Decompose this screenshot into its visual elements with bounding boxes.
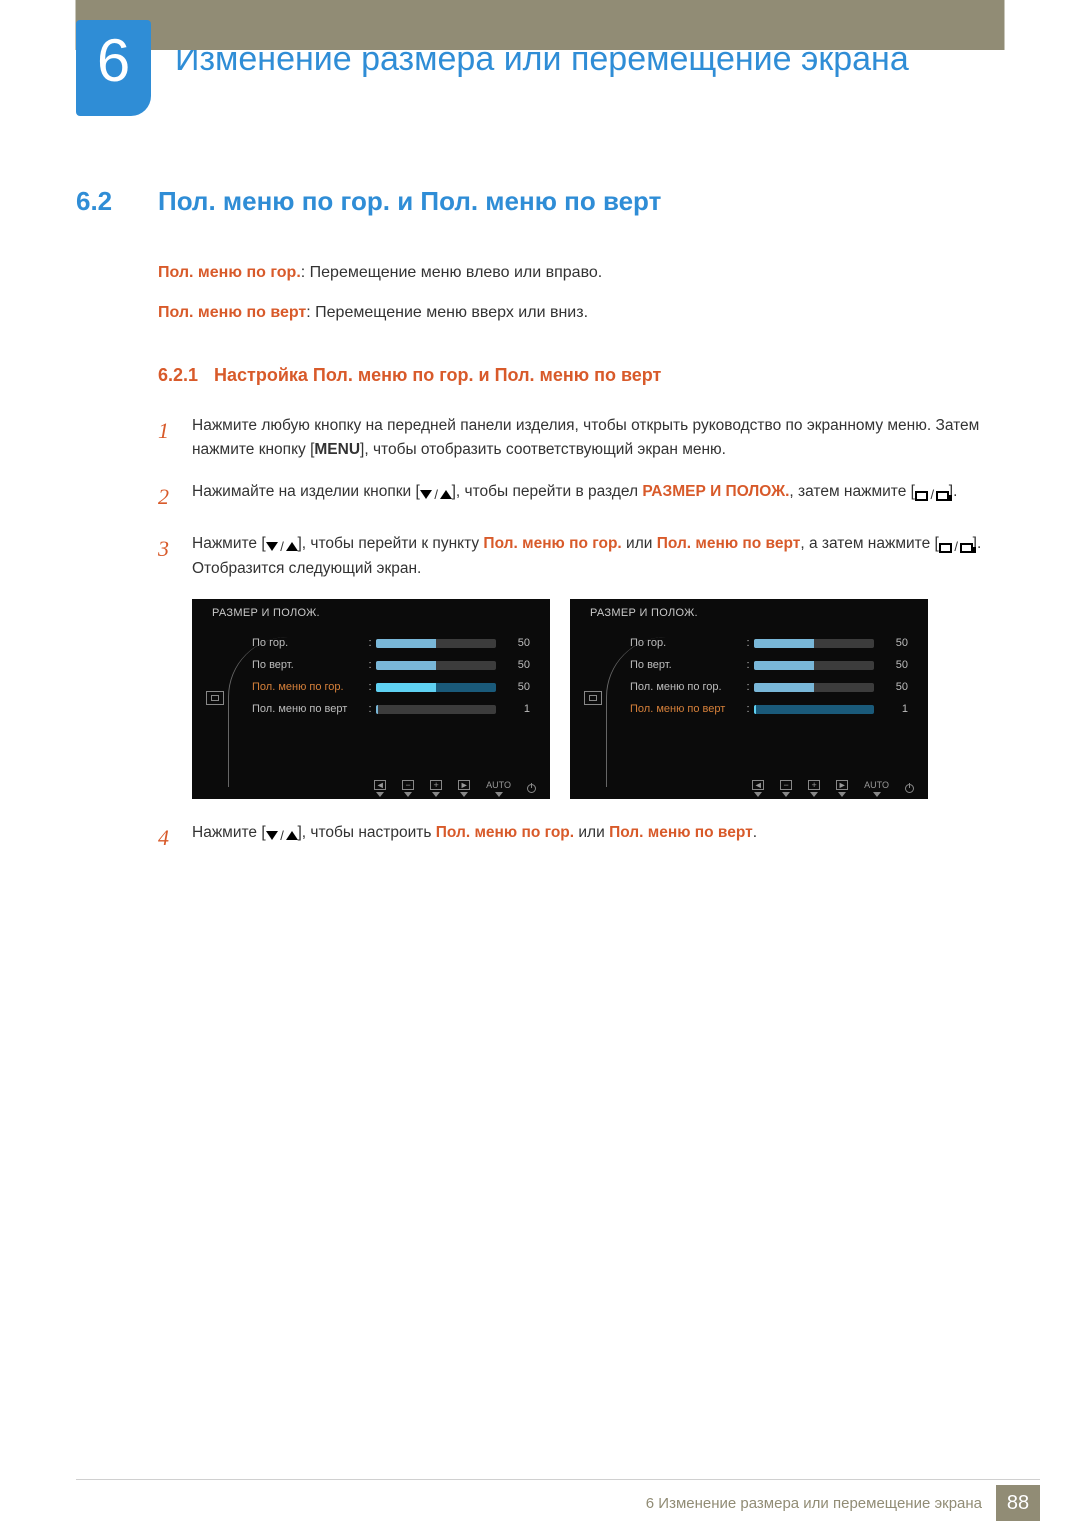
step-1: 1 Нажмите любую кнопку на передней панел… xyxy=(158,414,1004,462)
osd-row: Пол. меню по верт:1 xyxy=(630,699,914,719)
description-1: Пол. меню по гор.: Перемещение меню влев… xyxy=(158,261,1004,285)
osd-footer: ◄ − + ► AUTO xyxy=(192,777,550,799)
osd-colon: : xyxy=(364,659,376,671)
minus-icon: − xyxy=(780,780,792,790)
osd-panel-left: РАЗМЕР И ПОЛОЖ. По гор.:50По верт.:50Пол… xyxy=(192,599,550,799)
osd-colon: : xyxy=(364,637,376,649)
plus-icon: + xyxy=(808,780,820,790)
auto-label: AUTO xyxy=(486,780,511,790)
osd-panel-right: РАЗМЕР И ПОЛОЖ. По гор.:50По верт.:50Пол… xyxy=(570,599,928,799)
osd-screenshots: РАЗМЕР И ПОЛОЖ. По гор.:50По верт.:50Пол… xyxy=(192,599,1004,799)
osd-category-icon xyxy=(584,691,602,705)
osd-row: Пол. меню по гор.:50 xyxy=(630,677,914,697)
minus-icon: − xyxy=(402,780,414,790)
nav-right-icon: ► xyxy=(836,780,848,790)
section-number: 6.2 xyxy=(76,186,158,217)
osd-row-value: 1 xyxy=(496,703,534,715)
osd-row-value: 50 xyxy=(874,659,912,671)
step-number: 4 xyxy=(158,821,192,855)
subsection-heading: 6.2.1 Настройка Пол. меню по гор. и Пол.… xyxy=(158,365,1004,386)
nav-left-icon: ◄ xyxy=(752,780,764,790)
page-footer: 6 Изменение размера или перемещение экра… xyxy=(0,1479,1080,1527)
subsection-number: 6.2.1 xyxy=(158,365,214,386)
down-up-icon: / xyxy=(266,826,298,846)
osd-arc-icon xyxy=(228,637,288,787)
enter-icon: / xyxy=(915,485,949,505)
step-number: 2 xyxy=(158,480,192,514)
osd-row: По гор.:50 xyxy=(252,633,536,653)
step-3: 3 Нажмите [ / ], чтобы перейти к пункту … xyxy=(158,532,1004,581)
step-text: Нажмите любую кнопку на передней панели … xyxy=(192,414,1004,462)
osd-colon: : xyxy=(742,681,754,693)
plus-icon: + xyxy=(430,780,442,790)
osd-row-value: 50 xyxy=(874,681,912,693)
nav-right-icon: ► xyxy=(458,780,470,790)
step-text: Нажмите [ / ], чтобы перейти к пункту По… xyxy=(192,532,1004,581)
step-text: Нажимайте на изделии кнопки [ / ], чтобы… xyxy=(192,480,1004,514)
footer-text: 6 Изменение размера или перемещение экра… xyxy=(646,1495,982,1512)
chapter-number-badge: 6 xyxy=(76,20,151,116)
osd-slider xyxy=(754,705,874,714)
step-number: 3 xyxy=(158,532,192,581)
page-number: 88 xyxy=(996,1485,1040,1521)
osd-row: По верт.:50 xyxy=(252,655,536,675)
osd-slider xyxy=(754,661,874,670)
osd-row-value: 50 xyxy=(496,659,534,671)
nav-left-icon: ◄ xyxy=(374,780,386,790)
power-icon xyxy=(527,784,536,793)
description-2: Пол. меню по верт: Перемещение меню ввер… xyxy=(158,301,1004,325)
osd-category-icon xyxy=(206,691,224,705)
osd-slider xyxy=(376,661,496,670)
step-number: 1 xyxy=(158,414,192,462)
osd-row: По гор.:50 xyxy=(630,633,914,653)
osd-row-value: 50 xyxy=(496,637,534,649)
osd-slider xyxy=(376,705,496,714)
step-text: Нажмите [ / ], чтобы настроить Пол. меню… xyxy=(192,821,1004,855)
osd-row: Пол. меню по гор.:50 xyxy=(252,677,536,697)
osd-slider xyxy=(376,639,496,648)
osd-row-value: 50 xyxy=(496,681,534,693)
osd-row: Пол. меню по верт:1 xyxy=(252,699,536,719)
osd-slider xyxy=(376,683,496,692)
header-bar xyxy=(0,0,1080,50)
osd-colon: : xyxy=(364,681,376,693)
enter-icon: / xyxy=(939,537,973,557)
section-heading: 6.2 Пол. меню по гор. и Пол. меню по вер… xyxy=(76,186,1004,217)
osd-footer: ◄ − + ► AUTO xyxy=(570,777,928,799)
step-2: 2 Нажимайте на изделии кнопки [ / ], что… xyxy=(158,480,1004,514)
power-icon xyxy=(905,784,914,793)
osd-row: По верт.:50 xyxy=(630,655,914,675)
osd-colon: : xyxy=(742,703,754,715)
subsection-title: Настройка Пол. меню по гор. и Пол. меню … xyxy=(214,365,661,386)
osd-colon: : xyxy=(742,659,754,671)
osd-colon: : xyxy=(742,637,754,649)
down-up-icon: / xyxy=(420,485,452,505)
section-title: Пол. меню по гор. и Пол. меню по верт xyxy=(158,186,661,217)
osd-row-value: 50 xyxy=(874,637,912,649)
osd-slider xyxy=(754,639,874,648)
osd-row-value: 1 xyxy=(874,703,912,715)
down-up-icon: / xyxy=(266,537,298,557)
osd-arc-icon xyxy=(606,637,666,787)
osd-colon: : xyxy=(364,703,376,715)
osd-slider xyxy=(754,683,874,692)
auto-label: AUTO xyxy=(864,780,889,790)
osd-title: РАЗМЕР И ПОЛОЖ. xyxy=(590,607,914,619)
osd-title: РАЗМЕР И ПОЛОЖ. xyxy=(212,607,536,619)
step-4: 4 Нажмите [ / ], чтобы настроить Пол. ме… xyxy=(158,821,1004,855)
